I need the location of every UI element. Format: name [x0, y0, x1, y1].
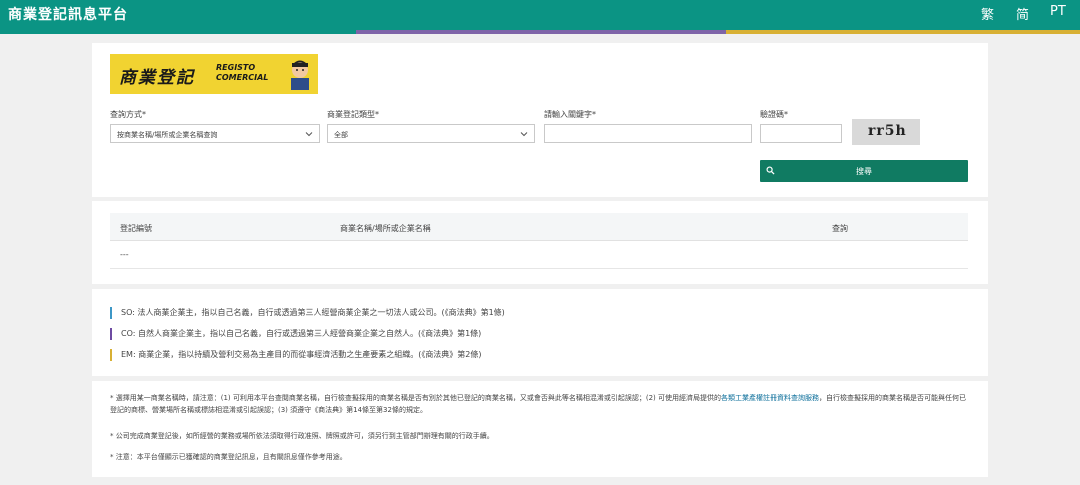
- captcha-label: 驗證碼*: [760, 110, 788, 119]
- note-business-name: * 選擇用某一商業名稱時，請注意：(1) 可利用本平台查閱商業名稱，自行檢查擬採…: [110, 394, 967, 414]
- legend-bar-em: [110, 349, 112, 361]
- chevron-down-icon: [305, 132, 313, 137]
- column-query: 查詢: [832, 224, 848, 233]
- logo-registo-text: REGISTO COMERCIAL: [216, 63, 269, 82]
- lang-simplified-chinese[interactable]: 简: [1016, 4, 1029, 23]
- registo-comercial-logo: 商業登記 REGISTO COMERCIAL: [110, 54, 318, 94]
- top-header: 商業登記訊息平台 繁 简 PT: [0, 0, 1080, 30]
- search-card: 商業登記 REGISTO COMERCIAL 查詢方式* 按商業名稱/場所或企業…: [92, 43, 988, 197]
- legend-item-co: CO: 自然人商業企業主，指以自己名義，自行或透過第三人經營商業企業之自然人。(…: [110, 328, 481, 340]
- logo-chinese-text: 商業登記: [119, 68, 195, 88]
- search-button[interactable]: 搜尋: [760, 160, 968, 182]
- legend-bar-so: [110, 307, 112, 319]
- search-method-label: 查詢方式*: [110, 110, 146, 119]
- site-title[interactable]: 商業登記訊息平台: [8, 4, 128, 24]
- legend-item-so: SO: 法人商業企業主，指以自己名義，自行或透過第三人經營商業企業之一切法人或公…: [110, 307, 505, 319]
- column-business-name: 商業名稱/場所或企業名稱: [340, 224, 431, 233]
- lang-traditional-chinese[interactable]: 繁: [981, 4, 994, 23]
- header-stripe-teal: [0, 30, 356, 34]
- keyword-input[interactable]: [544, 124, 752, 143]
- results-card: 登記編號 商業名稱/場所或企業名稱 查詢 ---: [92, 201, 988, 284]
- industrial-property-search-link[interactable]: 各類工業產權註冊資料查詢服務: [721, 394, 819, 402]
- mascot-icon: [291, 60, 309, 90]
- note-reference-only: * 注意：本平台僅顯示已獲確認的商業登記訊息，且有關訊息僅作參考用途。: [110, 453, 347, 461]
- registration-type-select[interactable]: 全部: [327, 124, 535, 143]
- keyword-label: 請輸入關鍵字*: [544, 110, 596, 119]
- header-stripe-gold: [726, 30, 1080, 34]
- search-button-label: 搜尋: [856, 167, 872, 176]
- header-stripe-purple: [356, 30, 726, 34]
- registration-type-label: 商業登記類型*: [327, 110, 379, 119]
- captcha-input[interactable]: [760, 124, 842, 143]
- legend-item-em: EM: 商業企業，指以持續及營利交易為主產目的而從事經濟活動之生產要素之組織。(…: [110, 349, 482, 361]
- notes-card: * 選擇用某一商業名稱時，請注意：(1) 可利用本平台查閱商業名稱，自行檢查擬採…: [92, 381, 988, 477]
- captcha-image[interactable]: rr5h: [852, 119, 920, 145]
- results-table-header: 登記編號 商業名稱/場所或企業名稱 查詢: [110, 213, 968, 241]
- lang-portuguese[interactable]: PT: [1050, 4, 1066, 19]
- legend-bar-co: [110, 328, 112, 340]
- empty-cell: ---: [120, 250, 129, 259]
- legend-card: SO: 法人商業企業主，指以自己名義，自行或透過第三人經營商業企業之一切法人或公…: [92, 289, 988, 376]
- table-row: ---: [110, 241, 968, 269]
- note-administrative-license: * 公司完成商業登記後，如所經營的業務或場所依法須取得行政准照、牌照或許可，須另…: [110, 432, 494, 440]
- captcha-image-text: rr5h: [868, 123, 907, 139]
- chevron-down-icon: [520, 132, 528, 137]
- search-method-select[interactable]: 按商業名稱/場所或企業名稱查詢: [110, 124, 320, 143]
- column-registration-number: 登記編號: [120, 224, 152, 233]
